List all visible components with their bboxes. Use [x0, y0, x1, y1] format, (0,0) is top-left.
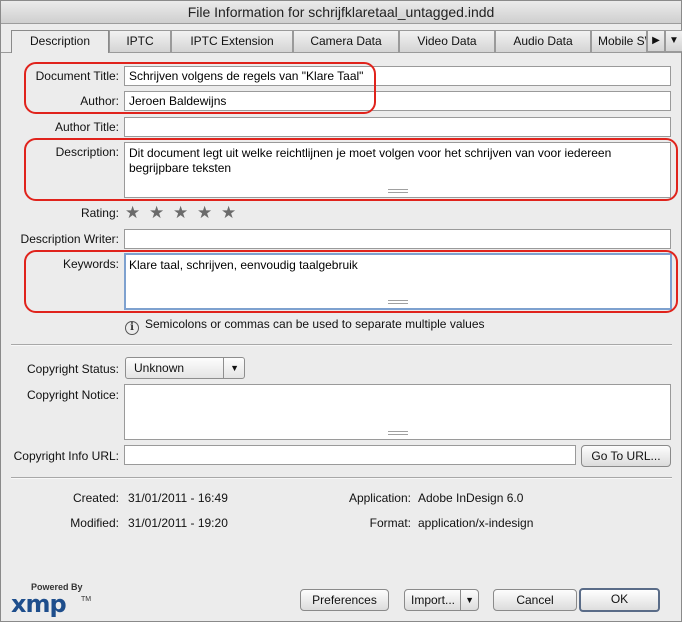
xmp-wordmark: xmp [11, 590, 67, 618]
document-title-label: Document Title: [35, 69, 119, 83]
resize-grip[interactable] [387, 189, 408, 193]
import-button-label: Import... [411, 593, 456, 607]
rating-stars: ★ ★ ★ ★ ★ [125, 204, 245, 222]
tab-next-button[interactable]: ▶ [647, 30, 665, 52]
keywords-field[interactable]: Klare taal, schrijven, eenvoudig taalgeb… [124, 253, 672, 310]
triangle-right-icon: ▶ [652, 35, 660, 46]
copyright-url-field[interactable] [124, 445, 576, 465]
copyright-status-value: Unknown [134, 361, 185, 375]
star-icon[interactable]: ★ [221, 204, 245, 222]
xmp-trademark: TM [81, 596, 92, 603]
resize-grip[interactable] [387, 431, 408, 435]
copyright-status-label: Copyright Status: [26, 362, 119, 376]
select-divider [223, 358, 224, 378]
copyright-url-label: Copyright Info URL: [13, 449, 119, 463]
tab-description[interactable]: Description [11, 30, 109, 53]
created-value: 31/01/2011 - 16:49 [128, 491, 228, 505]
section-divider [11, 477, 672, 479]
keywords-label: Keywords: [62, 257, 119, 271]
tab-video-data[interactable]: Video Data [399, 30, 495, 52]
keywords-text: Klare taal, schrijven, eenvoudig taalgeb… [129, 258, 358, 272]
author-label: Author: [80, 94, 119, 108]
import-button[interactable]: Import... ▼ [404, 589, 479, 611]
keywords-hint-text: Semicolons or commas can be used to sepa… [145, 317, 485, 331]
author-title-label: Author Title: [54, 120, 119, 134]
description-writer-label: Description Writer: [20, 232, 119, 246]
star-icon[interactable]: ★ [149, 204, 173, 222]
copyright-notice-label: Copyright Notice: [26, 388, 119, 402]
description-writer-field[interactable] [124, 229, 671, 249]
star-icon[interactable]: ★ [173, 204, 197, 222]
application-value: Adobe InDesign 6.0 [418, 491, 524, 505]
chevron-down-icon[interactable]: ▼ [465, 590, 474, 610]
star-icon[interactable]: ★ [197, 204, 221, 222]
modified-value: 31/01/2011 - 19:20 [128, 516, 228, 530]
file-info-dialog: File Information for schrijfklaretaal_un… [0, 0, 682, 622]
description-label: Description: [55, 145, 119, 159]
triangle-down-icon: ▼ [669, 35, 679, 46]
description-field[interactable]: Dit document legt uit welke reichtlijnen… [124, 142, 671, 198]
cancel-button[interactable]: Cancel [493, 589, 577, 611]
ok-button[interactable]: OK [579, 588, 660, 612]
tab-iptc-extension[interactable]: IPTC Extension [171, 30, 293, 52]
go-to-url-button[interactable]: Go To URL... [581, 445, 671, 467]
star-icon[interactable]: ★ [125, 204, 149, 222]
section-divider [11, 344, 672, 346]
tab-audio-data[interactable]: Audio Data [495, 30, 591, 52]
button-divider [460, 590, 461, 610]
modified-label: Modified: [70, 516, 119, 530]
xmp-logo: Powered By xmp TM [11, 582, 92, 618]
copyright-status-select[interactable]: Unknown ▼ [125, 357, 245, 379]
copyright-notice-field[interactable] [124, 384, 671, 440]
preferences-button[interactable]: Preferences [300, 589, 389, 611]
tab-menu-button[interactable]: ▼ [665, 30, 682, 52]
author-title-field[interactable] [124, 117, 671, 137]
tab-bar: Description IPTC IPTC Extension Camera D… [11, 30, 682, 53]
document-title-field[interactable]: Schrijven volgens de regels van "Klare T… [124, 66, 671, 86]
resize-grip[interactable] [388, 300, 408, 304]
author-field[interactable]: Jeroen Baldewijns [124, 91, 671, 111]
info-icon: i [125, 321, 139, 335]
rating-label: Rating: [80, 206, 119, 220]
window-title: File Information for schrijfklaretaal_un… [1, 1, 681, 24]
application-label: Application: [348, 491, 411, 505]
keywords-hint: i Semicolons or commas can be used to sep… [125, 317, 485, 335]
tab-mobile-swf[interactable]: Mobile SWF [591, 30, 647, 52]
chevron-down-icon: ▼ [230, 363, 239, 373]
description-text: Dit document legt uit welke reichtlijnen… [129, 146, 612, 175]
created-label: Created: [72, 491, 119, 505]
tab-iptc[interactable]: IPTC [109, 30, 171, 52]
tab-camera-data[interactable]: Camera Data [293, 30, 399, 52]
format-label: Format: [369, 516, 411, 530]
format-value: application/x-indesign [418, 516, 534, 530]
